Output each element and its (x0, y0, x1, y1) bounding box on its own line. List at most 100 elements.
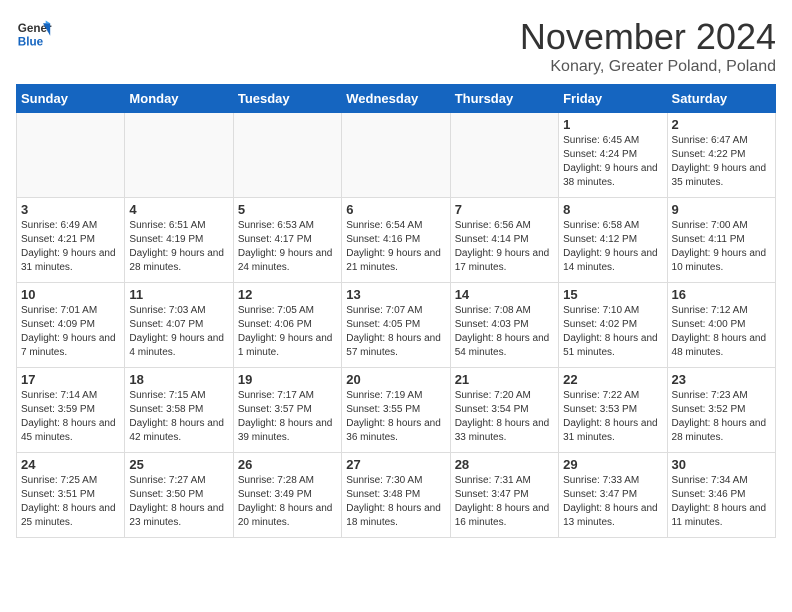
calendar-cell (450, 113, 558, 198)
calendar-cell: 13Sunrise: 7:07 AM Sunset: 4:05 PM Dayli… (342, 283, 450, 368)
day-number: 5 (238, 202, 337, 217)
day-number: 6 (346, 202, 445, 217)
title-block: November 2024 Konary, Greater Poland, Po… (520, 16, 776, 76)
day-info: Sunrise: 6:49 AM Sunset: 4:21 PM Dayligh… (21, 219, 120, 275)
calendar-cell: 22 Sunrise: 7:22 AM Sunset: 3:53 PM Dayli… (559, 368, 667, 453)
calendar-cell: 26 Sunrise: 7:28 AM Sunset: 3:49 PM Dayli… (233, 453, 341, 538)
day-number: 22 (563, 372, 662, 387)
day-info: Sunrise: 6:47 AM Sunset: 4:22 PM Dayligh… (672, 134, 771, 190)
calendar-cell: 1 Sunrise: 6:45 AM Sunset: 4:24 PM Daylig… (559, 113, 667, 198)
weekday-header-row: SundayMondayTuesdayWednesdayThursdayFrid… (17, 85, 776, 113)
day-info: Sunrise: 7:30 AM Sunset: 3:48 PM Dayligh… (346, 474, 445, 530)
location: Konary, Greater Poland, Poland (520, 58, 776, 76)
calendar-cell: 23 Sunrise: 7:23 AM Sunset: 3:52 PM Dayli… (667, 368, 775, 453)
logo: General Blue (16, 16, 52, 52)
day-number: 26 (238, 457, 337, 472)
calendar-cell: 19 Sunrise: 7:17 AM Sunset: 3:57 PM Dayli… (233, 368, 341, 453)
day-number: 18 (129, 372, 228, 387)
day-number: 29 (563, 457, 662, 472)
day-info: Sunrise: 7:25 AM Sunset: 3:51 PM Dayligh… (21, 474, 120, 530)
day-number: 8 (563, 202, 662, 217)
day-number: 17 (21, 372, 120, 387)
day-number: 25 (129, 457, 228, 472)
day-info: Sunrise: 7:17 AM Sunset: 3:57 PM Dayligh… (238, 389, 337, 445)
day-info: Sunrise: 7:33 AM Sunset: 3:47 PM Dayligh… (563, 474, 662, 530)
calendar-cell: 24 Sunrise: 7:25 AM Sunset: 3:51 PM Dayli… (17, 453, 125, 538)
calendar-cell: 28Sunrise: 7:31 AM Sunset: 3:47 PM Dayli… (450, 453, 558, 538)
month-title: November 2024 (520, 16, 776, 58)
day-number: 14 (455, 287, 554, 302)
day-info: Sunrise: 7:03 AM Sunset: 4:07 PM Dayligh… (129, 304, 228, 360)
page-header: General Blue November 2024 Konary, Great… (16, 16, 776, 76)
day-info: Sunrise: 6:56 AM Sunset: 4:14 PM Dayligh… (455, 219, 554, 275)
calendar-cell: 10 Sunrise: 7:01 AM Sunset: 4:09 PM Dayli… (17, 283, 125, 368)
weekday-header: Sunday (17, 85, 125, 113)
day-info: Sunrise: 7:27 AM Sunset: 3:50 PM Dayligh… (129, 474, 228, 530)
day-number: 23 (672, 372, 771, 387)
day-info: Sunrise: 6:45 AM Sunset: 4:24 PM Dayligh… (563, 134, 662, 190)
day-info: Sunrise: 7:05 AM Sunset: 4:06 PM Dayligh… (238, 304, 337, 360)
day-info: Sunrise: 7:19 AM Sunset: 3:55 PM Dayligh… (346, 389, 445, 445)
calendar-cell: 25 Sunrise: 7:27 AM Sunset: 3:50 PM Dayli… (125, 453, 233, 538)
calendar-cell: 20Sunrise: 7:19 AM Sunset: 3:55 PM Dayli… (342, 368, 450, 453)
calendar-cell: 29 Sunrise: 7:33 AM Sunset: 3:47 PM Dayli… (559, 453, 667, 538)
calendar-cell: 2 Sunrise: 6:47 AM Sunset: 4:22 PM Daylig… (667, 113, 775, 198)
calendar-cell: 4 Sunrise: 6:51 AM Sunset: 4:19 PM Daylig… (125, 198, 233, 283)
calendar-cell (233, 113, 341, 198)
calendar-week-row: 10 Sunrise: 7:01 AM Sunset: 4:09 PM Dayli… (17, 283, 776, 368)
calendar-week-row: 3Sunrise: 6:49 AM Sunset: 4:21 PM Daylig… (17, 198, 776, 283)
day-info: Sunrise: 7:01 AM Sunset: 4:09 PM Dayligh… (21, 304, 120, 360)
weekday-header: Thursday (450, 85, 558, 113)
calendar-cell: 11Sunrise: 7:03 AM Sunset: 4:07 PM Dayli… (125, 283, 233, 368)
calendar-cell: 15Sunrise: 7:10 AM Sunset: 4:02 PM Dayli… (559, 283, 667, 368)
day-number: 21 (455, 372, 554, 387)
calendar-cell (125, 113, 233, 198)
day-info: Sunrise: 7:28 AM Sunset: 3:49 PM Dayligh… (238, 474, 337, 530)
calendar-cell (17, 113, 125, 198)
day-number: 30 (672, 457, 771, 472)
day-info: Sunrise: 7:23 AM Sunset: 3:52 PM Dayligh… (672, 389, 771, 445)
calendar: SundayMondayTuesdayWednesdayThursdayFrid… (16, 84, 776, 538)
day-number: 19 (238, 372, 337, 387)
calendar-cell: 27 Sunrise: 7:30 AM Sunset: 3:48 PM Dayli… (342, 453, 450, 538)
calendar-cell: 9 Sunrise: 7:00 AM Sunset: 4:11 PM Daylig… (667, 198, 775, 283)
calendar-week-row: 1 Sunrise: 6:45 AM Sunset: 4:24 PM Daylig… (17, 113, 776, 198)
day-info: Sunrise: 7:07 AM Sunset: 4:05 PM Dayligh… (346, 304, 445, 360)
day-info: Sunrise: 6:51 AM Sunset: 4:19 PM Dayligh… (129, 219, 228, 275)
day-info: Sunrise: 6:54 AM Sunset: 4:16 PM Dayligh… (346, 219, 445, 275)
day-number: 15 (563, 287, 662, 302)
day-number: 1 (563, 117, 662, 132)
calendar-cell: 17 Sunrise: 7:14 AM Sunset: 3:59 PM Dayli… (17, 368, 125, 453)
calendar-cell: 5 Sunrise: 6:53 AM Sunset: 4:17 PM Daylig… (233, 198, 341, 283)
day-info: Sunrise: 7:14 AM Sunset: 3:59 PM Dayligh… (21, 389, 120, 445)
calendar-week-row: 24 Sunrise: 7:25 AM Sunset: 3:51 PM Dayli… (17, 453, 776, 538)
day-number: 4 (129, 202, 228, 217)
weekday-header: Monday (125, 85, 233, 113)
day-number: 7 (455, 202, 554, 217)
day-number: 16 (672, 287, 771, 302)
day-info: Sunrise: 7:20 AM Sunset: 3:54 PM Dayligh… (455, 389, 554, 445)
day-number: 2 (672, 117, 771, 132)
day-info: Sunrise: 7:00 AM Sunset: 4:11 PM Dayligh… (672, 219, 771, 275)
day-number: 12 (238, 287, 337, 302)
calendar-cell: 8Sunrise: 6:58 AM Sunset: 4:12 PM Daylig… (559, 198, 667, 283)
day-info: Sunrise: 6:53 AM Sunset: 4:17 PM Dayligh… (238, 219, 337, 275)
calendar-cell: 16 Sunrise: 7:12 AM Sunset: 4:00 PM Dayli… (667, 283, 775, 368)
calendar-cell: 3Sunrise: 6:49 AM Sunset: 4:21 PM Daylig… (17, 198, 125, 283)
day-number: 24 (21, 457, 120, 472)
day-info: Sunrise: 7:08 AM Sunset: 4:03 PM Dayligh… (455, 304, 554, 360)
day-info: Sunrise: 7:22 AM Sunset: 3:53 PM Dayligh… (563, 389, 662, 445)
day-number: 9 (672, 202, 771, 217)
calendar-week-row: 17 Sunrise: 7:14 AM Sunset: 3:59 PM Dayli… (17, 368, 776, 453)
weekday-header: Wednesday (342, 85, 450, 113)
logo-icon: General Blue (16, 16, 52, 52)
weekday-header: Tuesday (233, 85, 341, 113)
weekday-header: Saturday (667, 85, 775, 113)
day-info: Sunrise: 7:12 AM Sunset: 4:00 PM Dayligh… (672, 304, 771, 360)
day-number: 27 (346, 457, 445, 472)
calendar-cell: 30Sunrise: 7:34 AM Sunset: 3:46 PM Dayli… (667, 453, 775, 538)
calendar-cell: 12 Sunrise: 7:05 AM Sunset: 4:06 PM Dayli… (233, 283, 341, 368)
day-number: 10 (21, 287, 120, 302)
calendar-cell: 6 Sunrise: 6:54 AM Sunset: 4:16 PM Daylig… (342, 198, 450, 283)
day-info: Sunrise: 7:31 AM Sunset: 3:47 PM Dayligh… (455, 474, 554, 530)
